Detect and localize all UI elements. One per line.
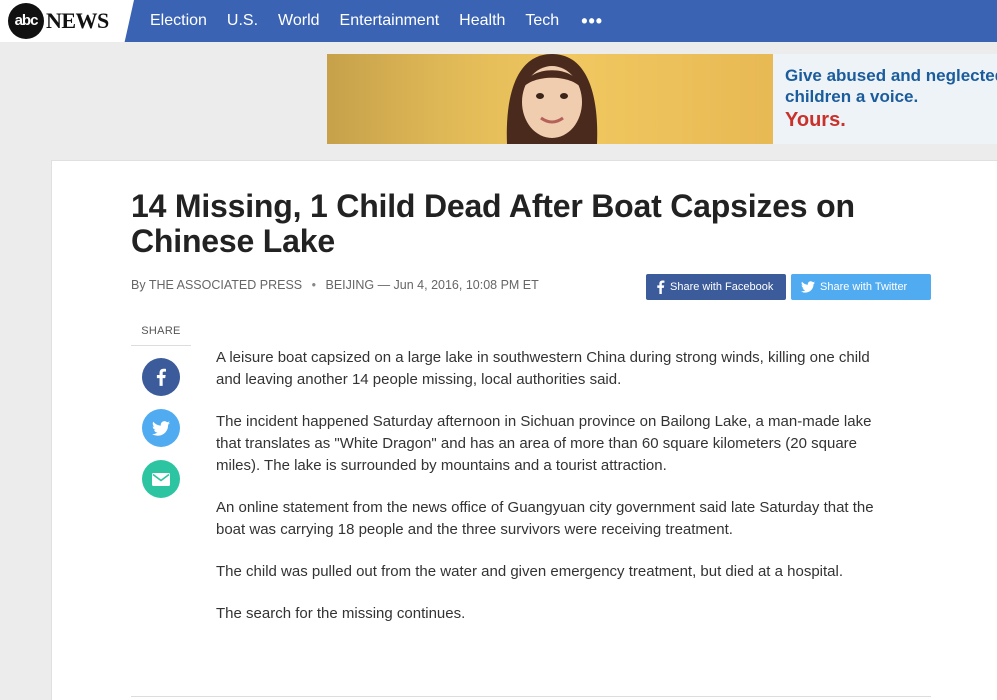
facebook-share-circle[interactable] (142, 358, 180, 396)
ad-banner[interactable]: Give abused and neglected children a voi… (327, 54, 997, 144)
byline-dateline: BEIJING — Jun 4, 2016, 10:08 PM ET (325, 278, 539, 292)
article-paragraph: The child was pulled out from the water … (216, 563, 844, 580)
share-label: SHARE (131, 325, 191, 346)
twitter-icon (801, 281, 815, 293)
article-body: A leisure boat capsized on a large lake … (216, 347, 881, 645)
byline-separator: • (311, 278, 316, 292)
nav-item-health[interactable]: Health (459, 12, 505, 30)
top-nav-bar: abc NEWS Election U.S. World Entertainme… (0, 0, 997, 42)
nav-item-world[interactable]: World (278, 12, 320, 30)
article-paragraph: The search for the missing continues. (216, 605, 466, 622)
share-facebook-button[interactable]: Share with Facebook (646, 274, 786, 300)
more-menu-icon[interactable]: ••• (581, 11, 603, 32)
primary-nav: Election U.S. World Entertainment Health… (150, 0, 603, 42)
share-twitter-button[interactable]: Share with Twitter (791, 274, 931, 300)
facebook-icon (156, 368, 166, 386)
facebook-icon (657, 280, 665, 294)
article-paragraph: A leisure boat capsized on a large lake … (216, 349, 870, 388)
ad-line-3: Yours. (785, 109, 846, 131)
nav-item-entertainment[interactable]: Entertainment (340, 12, 440, 30)
abc-logo-circle: abc (8, 3, 44, 39)
byline-prefix: By (131, 278, 146, 292)
article-card: 14 Missing, 1 Child Dead After Boat Caps… (51, 160, 997, 700)
share-facebook-label: Share with Facebook (670, 281, 774, 293)
share-buttons: Share with Facebook Share with Twitter (646, 274, 936, 300)
twitter-icon (152, 420, 170, 436)
share-twitter-label: Share with Twitter (820, 281, 908, 293)
article-divider (131, 696, 931, 697)
email-share-circle[interactable] (142, 460, 180, 498)
ad-photo (327, 54, 773, 144)
article-paragraph: An online statement from the news office… (216, 499, 874, 538)
ad-copy: Give abused and neglected children a voi… (785, 65, 997, 133)
nav-item-us[interactable]: U.S. (227, 12, 258, 30)
byline: By THE ASSOCIATED PRESS • BEIJING — Jun … (131, 278, 539, 292)
twitter-share-circle[interactable] (142, 409, 180, 447)
article-paragraph: The incident happened Saturday afternoon… (216, 413, 872, 474)
abc-news-logo[interactable]: abc NEWS (0, 0, 134, 42)
article-headline: 14 Missing, 1 Child Dead After Boat Caps… (131, 188, 855, 259)
nav-item-tech[interactable]: Tech (525, 12, 559, 30)
nav-item-election[interactable]: Election (150, 12, 207, 30)
child-photo-icon (506, 54, 598, 144)
news-wordmark: NEWS (46, 8, 109, 33)
ad-line-2: children a voice. (785, 87, 919, 106)
email-icon (152, 472, 170, 486)
ad-line-1: Give abused and neglected (785, 66, 997, 85)
share-sidebar: SHARE (131, 325, 191, 498)
byline-author[interactable]: THE ASSOCIATED PRESS (149, 278, 302, 292)
